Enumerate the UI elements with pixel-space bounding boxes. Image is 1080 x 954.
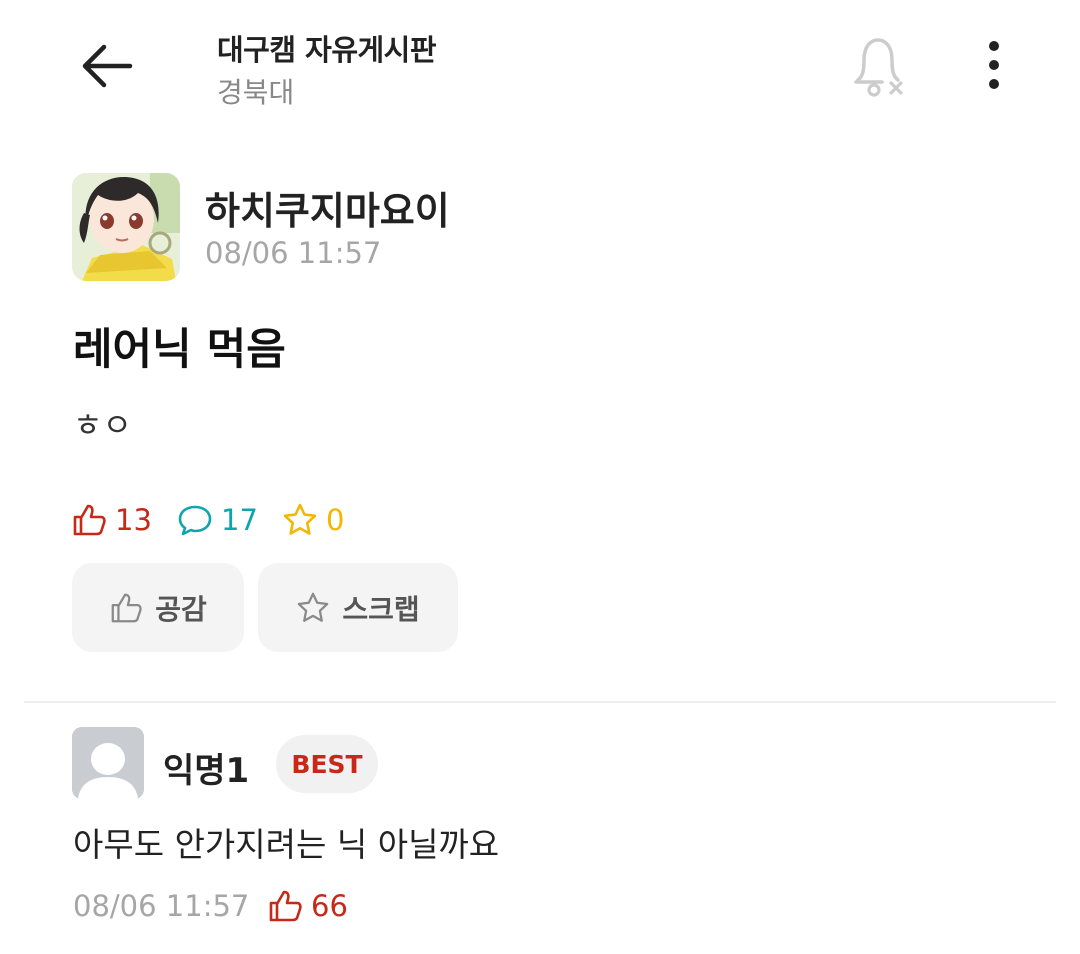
commenter-avatar	[72, 727, 144, 799]
scrap-count: 0	[326, 503, 345, 537]
like-button-label: 공감	[155, 592, 207, 626]
scrap-count-stat: 0	[282, 500, 344, 540]
post-body: ㅎㅇ	[73, 406, 132, 444]
school-name: 경북대	[217, 76, 295, 109]
divider	[24, 701, 1056, 703]
thumbs-up-icon	[73, 504, 106, 536]
speech-bubble-icon	[178, 505, 212, 536]
comment-like-button[interactable]: 66	[267, 886, 348, 926]
star-icon	[298, 592, 329, 622]
more-options-button[interactable]	[972, 36, 1016, 96]
commenter-name: 익명1	[163, 751, 250, 791]
like-button[interactable]: 공감	[72, 563, 244, 652]
back-button[interactable]	[72, 36, 142, 96]
like-count: 13	[115, 503, 152, 537]
post-title: 레어닉 먹음	[73, 325, 286, 375]
post-timestamp: 08/06 11:57	[205, 236, 382, 270]
comment-count: 17	[221, 503, 258, 537]
like-count-stat: 13	[71, 500, 152, 540]
thumbs-up-icon	[111, 593, 142, 622]
scrap-button[interactable]: 스크랩	[258, 563, 458, 652]
author-avatar[interactable]	[72, 173, 180, 281]
bell-off-icon	[854, 38, 903, 97]
anonymous-avatar-icon	[72, 727, 144, 799]
more-vertical-icon	[989, 41, 999, 89]
comment-like-count: 66	[311, 889, 348, 923]
thumbs-up-icon	[269, 890, 302, 922]
comment-timestamp: 08/06 11:57	[73, 889, 250, 923]
comment-text: 아무도 안가지려는 닉 아닐까요	[73, 825, 500, 864]
anime-girl-avatar-image	[72, 173, 180, 281]
notification-toggle-button[interactable]	[846, 32, 912, 102]
star-icon	[283, 503, 317, 535]
comment-count-stat: 17	[177, 500, 258, 540]
board-title: 대구캠 자유게시판	[217, 33, 437, 67]
scrap-button-label: 스크랩	[342, 592, 420, 626]
back-arrow-icon	[82, 44, 133, 88]
best-badge: BEST	[276, 735, 378, 793]
author-name: 하치쿠지마요이	[205, 189, 450, 233]
